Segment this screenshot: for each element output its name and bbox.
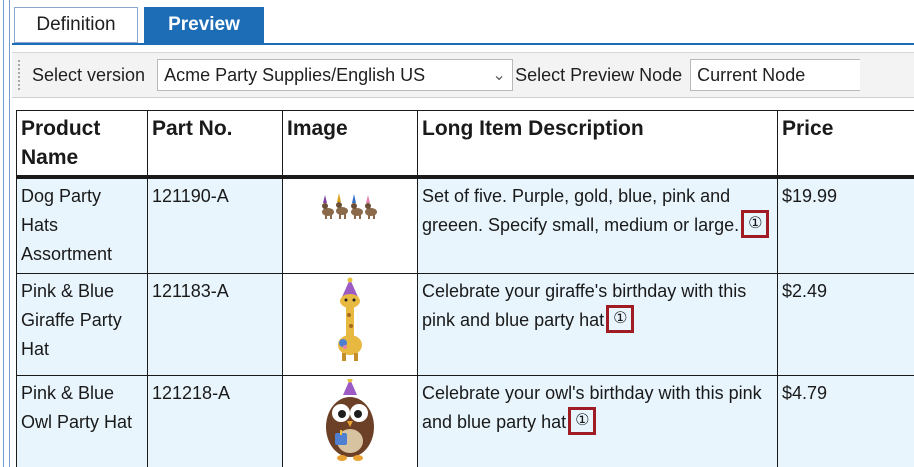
column-header-description: Long Item Description <box>417 110 778 179</box>
table-row[interactable]: Pink & Blue Giraffe Party Hat 121183-A C… <box>16 272 914 376</box>
frame-border-inner <box>9 0 10 467</box>
product-name-cell: Dog Party Hats Assortment <box>16 176 148 274</box>
preview-table-container: Product Name Part No. Image Long Item De… <box>16 110 914 467</box>
column-header-image: Image <box>282 110 418 179</box>
highlighted-marker[interactable]: ① <box>568 406 597 435</box>
preview-node-select-value: Current Node <box>697 64 806 85</box>
image-cell <box>282 272 418 376</box>
version-select-value: Acme Party Supplies/English US <box>164 64 426 85</box>
description-text: Celebrate your giraffe's birthday with t… <box>422 280 747 330</box>
product-name-cell: Pink & Blue Giraffe Party Hat <box>16 272 148 376</box>
description-cell: Set of five. Purple, gold, blue, pink an… <box>417 176 778 274</box>
chevron-down-icon[interactable]: ⌄ <box>486 65 512 85</box>
preview-node-select[interactable]: Current Node <box>690 59 861 91</box>
part-no-cell: 121218-A <box>147 374 283 467</box>
toolbar-grip-icon[interactable] <box>16 60 22 90</box>
column-header-price: Price <box>777 110 914 179</box>
tab-preview[interactable]: Preview <box>144 7 264 43</box>
preview-panel: Definition Preview Select version Acme P… <box>0 0 914 467</box>
image-cell <box>282 176 418 274</box>
table-row[interactable]: Dog Party Hats Assortment 121190-A Set o… <box>16 176 914 274</box>
price-cell: $2.49 <box>777 272 914 376</box>
giraffe-party-hat-icon <box>338 277 362 361</box>
dog-party-hats-icon <box>322 193 377 219</box>
preview-toolbar: Select version Acme Party Supplies/Engli… <box>12 52 914 98</box>
owl-party-hat-icon <box>326 377 374 461</box>
column-header-part-no: Part No. <box>147 110 283 179</box>
description-text: Set of five. Purple, gold, blue, pink an… <box>422 186 740 235</box>
tab-definition[interactable]: Definition <box>14 7 138 43</box>
select-preview-node-label: Select Preview Node <box>515 64 683 85</box>
preview-table: Product Name Part No. Image Long Item De… <box>16 110 914 467</box>
version-select[interactable]: Acme Party Supplies/English US ⌄ <box>157 59 514 91</box>
column-header-product-name: Product Name <box>16 110 148 179</box>
product-name-cell: Pink & Blue Owl Party Hat <box>16 374 148 467</box>
table-header-row: Product Name Part No. Image Long Item De… <box>16 110 914 179</box>
tab-underline <box>12 43 914 45</box>
part-no-cell: 121190-A <box>147 176 283 274</box>
tab-strip: Definition Preview <box>14 7 270 43</box>
frame-border-left <box>3 0 4 467</box>
highlighted-marker[interactable]: ① <box>606 304 635 333</box>
description-cell: Celebrate your owl's birthday with this … <box>417 374 778 467</box>
table-row[interactable]: Pink & Blue Owl Party Hat 121218-A Celeb… <box>16 374 914 467</box>
price-cell: $4.79 <box>777 374 914 467</box>
highlighted-marker[interactable]: ① <box>741 210 770 239</box>
description-cell: Celebrate your giraffe's birthday with t… <box>417 272 778 376</box>
image-cell <box>282 374 418 467</box>
price-cell: $19.99 <box>777 176 914 274</box>
part-no-cell: 121183-A <box>147 272 283 376</box>
select-version-label: Select version <box>32 64 146 85</box>
